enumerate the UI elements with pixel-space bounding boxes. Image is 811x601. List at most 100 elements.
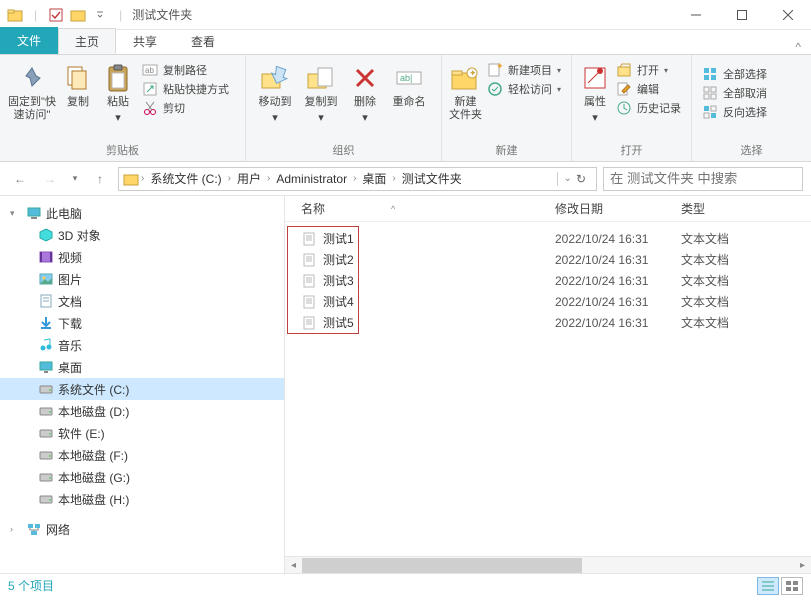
horizontal-scrollbar[interactable]: ◂ ▸ — [285, 556, 811, 573]
minimize-button[interactable] — [673, 0, 719, 30]
close-button[interactable] — [765, 0, 811, 30]
breadcrumb-seg[interactable]: 测试文件夹 — [398, 170, 466, 187]
qat-checkbox-icon[interactable] — [47, 6, 65, 24]
drive-icon — [38, 491, 54, 507]
edit-icon — [616, 81, 632, 97]
breadcrumb-seg[interactable]: Administrator — [272, 172, 351, 186]
edit-button[interactable]: 编辑 — [616, 81, 681, 97]
file-row[interactable]: 测试12022/10/24 16:31文本文档 — [301, 228, 811, 249]
file-row[interactable]: 测试22022/10/24 16:31文本文档 — [301, 249, 811, 270]
up-button[interactable]: ↑ — [88, 167, 112, 191]
group-organize-label: 组织 — [252, 140, 435, 161]
shortcut-icon — [142, 81, 158, 97]
nav-item[interactable]: 本地磁盘 (D:) — [0, 400, 284, 422]
history-button[interactable]: 历史记录 — [616, 100, 681, 116]
open-icon — [616, 62, 632, 78]
nav-item[interactable]: 本地磁盘 (F:) — [0, 444, 284, 466]
refresh-icon[interactable]: ↻ — [576, 172, 586, 186]
invert-selection-button[interactable]: 反向选择 — [702, 104, 767, 120]
nav-item[interactable]: 3D 对象 — [0, 224, 284, 246]
tab-view[interactable]: 查看 — [174, 28, 232, 54]
group-new-label: 新建 — [448, 140, 565, 161]
rename-button[interactable]: ab|重命名 — [386, 58, 432, 109]
doc-icon — [38, 293, 54, 309]
nav-item[interactable]: 下载 — [0, 312, 284, 334]
paste-button[interactable]: 粘贴 ▾ — [98, 58, 138, 125]
file-row[interactable]: 测试42022/10/24 16:31文本文档 — [301, 291, 811, 312]
nav-item[interactable]: 图片 — [0, 268, 284, 290]
qat-dropdown-icon[interactable] — [91, 6, 109, 24]
drive-icon — [38, 381, 54, 397]
maximize-button[interactable] — [719, 0, 765, 30]
nav-item[interactable]: 本地磁盘 (H:) — [0, 488, 284, 510]
file-row[interactable]: 测试32022/10/24 16:31文本文档 — [301, 270, 811, 291]
svg-text:ab: ab — [145, 66, 154, 75]
window-title: 测试文件夹 — [132, 6, 192, 23]
collapse-ribbon-icon[interactable]: ^ — [785, 40, 811, 54]
scroll-thumb[interactable] — [302, 558, 582, 573]
file-row[interactable]: 测试52022/10/24 16:31文本文档 — [301, 312, 811, 333]
easy-access-button[interactable]: 轻松访问▾ — [487, 81, 561, 97]
copyto-icon — [305, 62, 337, 94]
scroll-right-icon[interactable]: ▸ — [794, 560, 811, 571]
properties-button[interactable]: 属性▾ — [578, 58, 612, 125]
column-headers[interactable]: 名称^ 修改日期 类型 — [285, 196, 811, 222]
col-type[interactable]: 类型 — [681, 200, 771, 217]
back-button[interactable]: ← — [8, 167, 32, 191]
breadcrumb-seg[interactable]: 用户 — [233, 170, 265, 187]
copy-path-button[interactable]: ab复制路径 — [142, 62, 229, 78]
nav-item[interactable]: 软件 (E:) — [0, 422, 284, 444]
cut-button[interactable]: 剪切 — [142, 100, 229, 116]
scroll-left-icon[interactable]: ◂ — [285, 560, 302, 571]
paste-shortcut-button[interactable]: 粘贴快捷方式 — [142, 81, 229, 97]
music-icon — [38, 337, 54, 353]
nav-pane[interactable]: ▾此电脑 3D 对象视频图片文档下载音乐桌面系统文件 (C:)本地磁盘 (D:)… — [0, 196, 285, 573]
col-name[interactable]: 名称 — [301, 200, 325, 217]
nav-item[interactable]: 视频 — [0, 246, 284, 268]
svg-text:✦: ✦ — [469, 68, 477, 78]
folder-icon — [123, 171, 139, 187]
tab-share[interactable]: 共享 — [116, 28, 174, 54]
nav-item[interactable]: 文档 — [0, 290, 284, 312]
history-icon — [616, 100, 632, 116]
tab-file[interactable]: 文件 — [0, 27, 58, 54]
move-to-button[interactable]: 移动到▾ — [252, 58, 298, 125]
qat-folder-icon[interactable] — [69, 6, 87, 24]
tab-home[interactable]: 主页 — [58, 28, 116, 54]
nav-item[interactable]: 本地磁盘 (G:) — [0, 466, 284, 488]
col-date[interactable]: 修改日期 — [555, 200, 681, 217]
new-item-button[interactable]: ✦新建项目▾ — [487, 62, 561, 78]
breadcrumb-seg[interactable]: 系统文件 (C:) — [146, 170, 225, 187]
copy-to-button[interactable]: 复制到▾ — [298, 58, 344, 125]
breadcrumb-seg[interactable]: 桌面 — [358, 170, 390, 187]
nav-this-pc[interactable]: ▾此电脑 — [0, 202, 284, 224]
ribbon: 固定到"快速访问" 复制 粘贴 ▾ ab复制路径 粘贴快捷方式 剪切 剪贴板 移… — [0, 54, 811, 162]
open-button[interactable]: 打开▾ — [616, 62, 681, 78]
select-all-button[interactable]: 全部选择 — [702, 66, 767, 82]
search-input[interactable] — [603, 167, 803, 191]
new-folder-button[interactable]: ✦新建 文件夹 — [448, 58, 483, 122]
recent-dropdown-icon[interactable]: ▾ — [68, 167, 82, 191]
pin-to-quick-access-button[interactable]: 固定到"快速访问" — [6, 58, 58, 122]
details-view-button[interactable] — [757, 577, 779, 595]
group-select-label: 选择 — [698, 140, 805, 161]
nav-item[interactable]: 桌面 — [0, 356, 284, 378]
cut-icon — [142, 100, 158, 116]
nav-item[interactable]: 音乐 — [0, 334, 284, 356]
rename-icon: ab| — [393, 62, 425, 94]
chevron-down-icon[interactable]: ⌄ — [564, 173, 572, 184]
group-open-label: 打开 — [578, 140, 685, 161]
copy-button[interactable]: 复制 — [58, 58, 98, 109]
nav-item[interactable]: 系统文件 (C:) — [0, 378, 284, 400]
breadcrumb[interactable]: › 系统文件 (C:)› 用户› Administrator› 桌面› 测试文件… — [118, 167, 597, 191]
3d-icon — [38, 227, 54, 243]
easy-access-icon — [487, 81, 503, 97]
delete-button[interactable]: 删除▾ — [344, 58, 386, 125]
icons-view-button[interactable] — [781, 577, 803, 595]
navbar: ← → ▾ ↑ › 系统文件 (C:)› 用户› Administrator› … — [0, 162, 811, 196]
path-icon: ab — [142, 62, 158, 78]
select-none-button[interactable]: 全部取消 — [702, 85, 767, 101]
nav-network[interactable]: ›网络 — [0, 518, 284, 540]
new-folder-icon: ✦ — [449, 62, 481, 94]
forward-button[interactable]: → — [38, 167, 62, 191]
